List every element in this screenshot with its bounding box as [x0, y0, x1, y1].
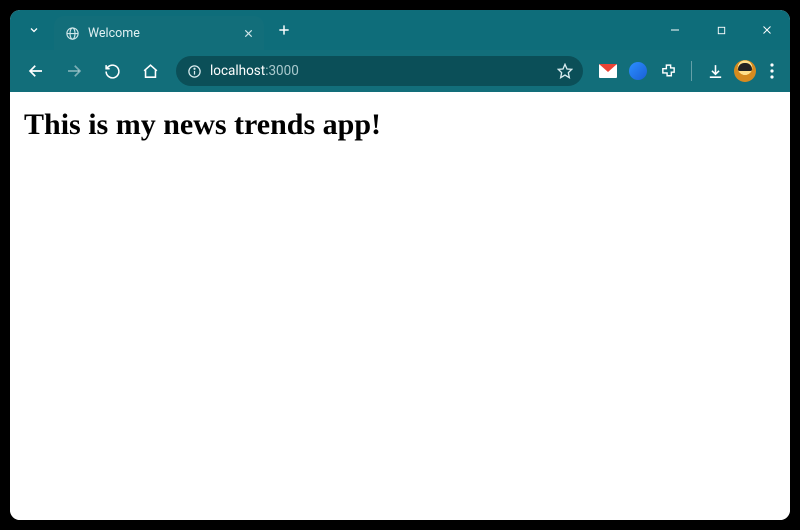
- profile-button[interactable]: [734, 60, 756, 82]
- titlebar: Welcome: [10, 10, 790, 50]
- gmail-extension-icon[interactable]: [597, 60, 619, 82]
- url-text: localhost:3000: [210, 63, 549, 79]
- tab-title: Welcome: [88, 26, 235, 41]
- extensions-group: [593, 60, 780, 82]
- new-tab-button[interactable]: [270, 16, 298, 44]
- toolbar-divider: [691, 61, 692, 81]
- browser-tab[interactable]: Welcome: [54, 16, 264, 50]
- minimize-button[interactable]: [652, 10, 698, 50]
- globe-icon: [64, 25, 80, 41]
- close-window-button[interactable]: [744, 10, 790, 50]
- tab-search-button[interactable]: [20, 16, 48, 44]
- site-info-icon[interactable]: [186, 63, 202, 79]
- menu-button[interactable]: [764, 63, 780, 79]
- toolbar: localhost:3000: [10, 50, 790, 92]
- bookmark-button[interactable]: [557, 63, 573, 79]
- page-content: This is my news trends app!: [10, 92, 790, 520]
- reload-button[interactable]: [96, 55, 128, 87]
- url-host: localhost: [210, 63, 265, 79]
- tab-close-button[interactable]: [243, 28, 254, 39]
- maximize-button[interactable]: [698, 10, 744, 50]
- back-button[interactable]: [20, 55, 52, 87]
- browser-window: Welcome: [10, 10, 790, 520]
- window-controls: [652, 10, 790, 50]
- forward-button[interactable]: [58, 55, 90, 87]
- page-heading: This is my news trends app!: [24, 108, 776, 142]
- extensions-button[interactable]: [657, 60, 679, 82]
- tab-strip: Welcome: [10, 10, 298, 50]
- address-bar[interactable]: localhost:3000: [176, 56, 583, 86]
- home-button[interactable]: [134, 55, 166, 87]
- gmail-icon: [599, 64, 617, 78]
- extension-blue-icon[interactable]: [627, 60, 649, 82]
- avatar-icon: [734, 60, 756, 82]
- blue-circle-icon: [629, 62, 647, 80]
- url-port: :3000: [265, 63, 299, 79]
- chevron-down-icon: [28, 24, 40, 36]
- downloads-button[interactable]: [704, 60, 726, 82]
